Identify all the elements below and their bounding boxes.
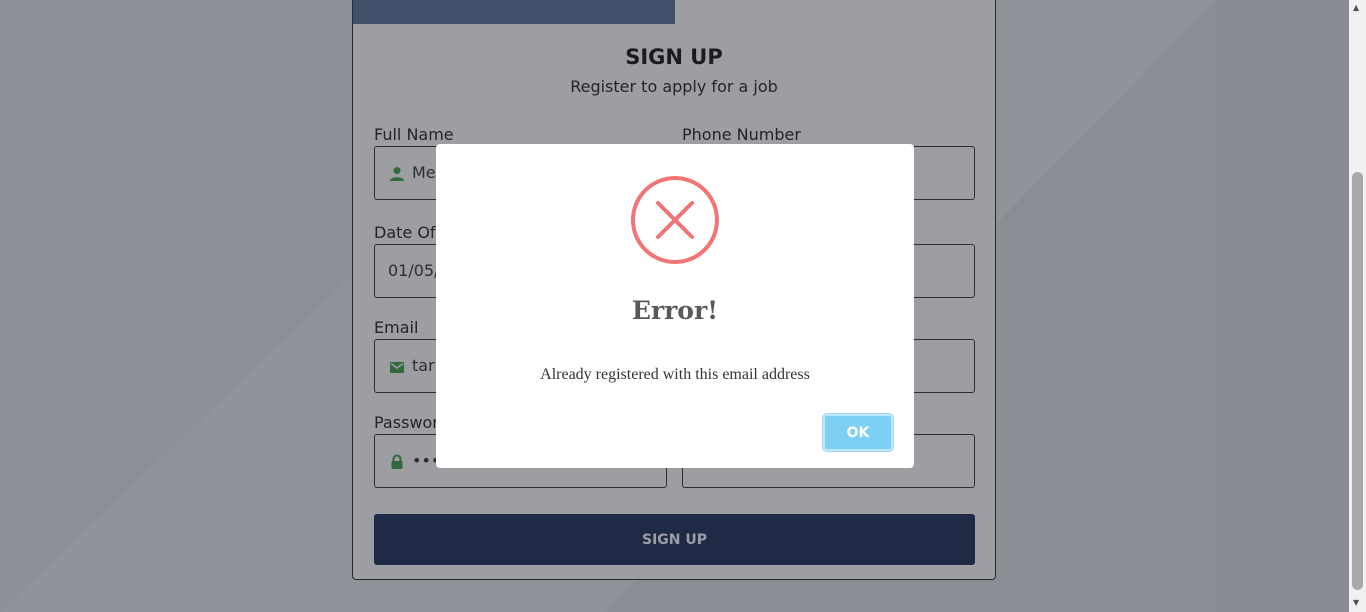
dialog-message: Already registered with this email addre… bbox=[540, 366, 810, 383]
scrollbar[interactable]: ▲ ▼ bbox=[1349, 0, 1366, 612]
ok-button[interactable]: OK bbox=[823, 414, 893, 451]
scroll-up-icon[interactable]: ▲ bbox=[1353, 4, 1359, 12]
error-x-circle-icon bbox=[631, 176, 719, 264]
error-dialog: Error! Already registered with this emai… bbox=[436, 144, 914, 468]
dialog-title: Error! bbox=[631, 296, 719, 325]
scroll-down-icon[interactable]: ▼ bbox=[1353, 599, 1359, 607]
scrollbar-thumb[interactable] bbox=[1352, 172, 1363, 590]
